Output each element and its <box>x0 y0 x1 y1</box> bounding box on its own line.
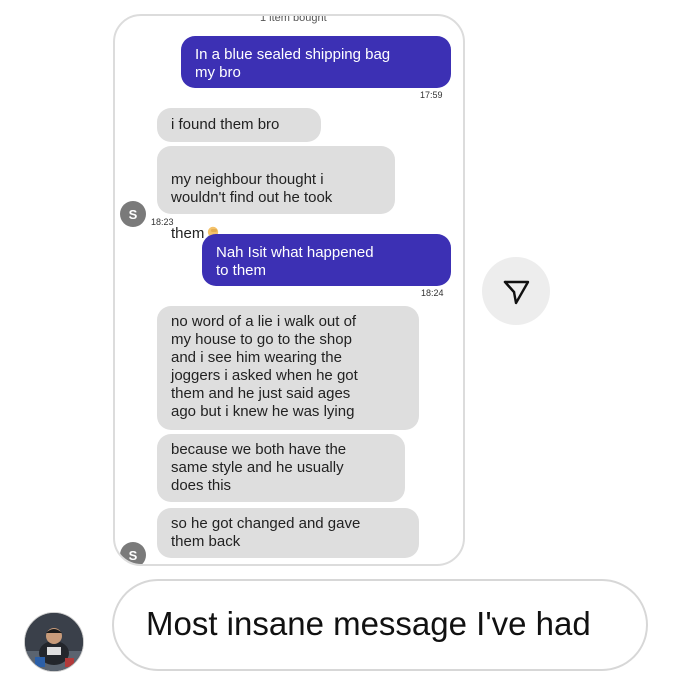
sender-avatar: S <box>120 542 146 564</box>
sender-initial: S <box>128 547 138 563</box>
message-timestamp: 18:23 <box>151 217 174 227</box>
paper-plane-icon <box>503 280 530 305</box>
incoming-message-bubble[interactable]: so he got changed and gave them back <box>157 508 419 558</box>
man-facepalming-emoji-icon <box>205 207 221 241</box>
sender-avatar: S <box>120 201 146 227</box>
incoming-message-bubble[interactable]: no word of a lie i walk out of my house … <box>157 306 419 430</box>
reply-message-text: Most insane message I've had <box>146 605 591 642</box>
user-avatar[interactable] <box>24 612 84 672</box>
chat-screenshot-card: 1 item bought In a blue sealed shipping … <box>113 14 465 566</box>
user-avatar-photo <box>25 613 83 671</box>
outgoing-message-bubble[interactable]: Nah Isit what happened to them <box>202 234 451 286</box>
message-text: my neighbour thought i wouldn't find out… <box>171 171 333 242</box>
cut-off-header-text: 1 item bought <box>260 14 327 24</box>
reply-message-bar[interactable]: Most insane message I've had <box>112 579 648 671</box>
incoming-message-bubble[interactable]: because we both have the same style and … <box>157 434 405 502</box>
send-button[interactable] <box>482 257 550 325</box>
message-timestamp: 17:59 <box>420 90 443 100</box>
sender-initial: S <box>128 206 138 222</box>
incoming-message-bubble[interactable]: my neighbour thought i wouldn't find out… <box>157 146 395 242</box>
outgoing-message-bubble[interactable]: In a blue sealed shipping bag my bro <box>181 36 451 88</box>
message-timestamp: 18:24 <box>421 288 444 298</box>
incoming-message-bubble[interactable]: i found them bro <box>157 108 321 142</box>
